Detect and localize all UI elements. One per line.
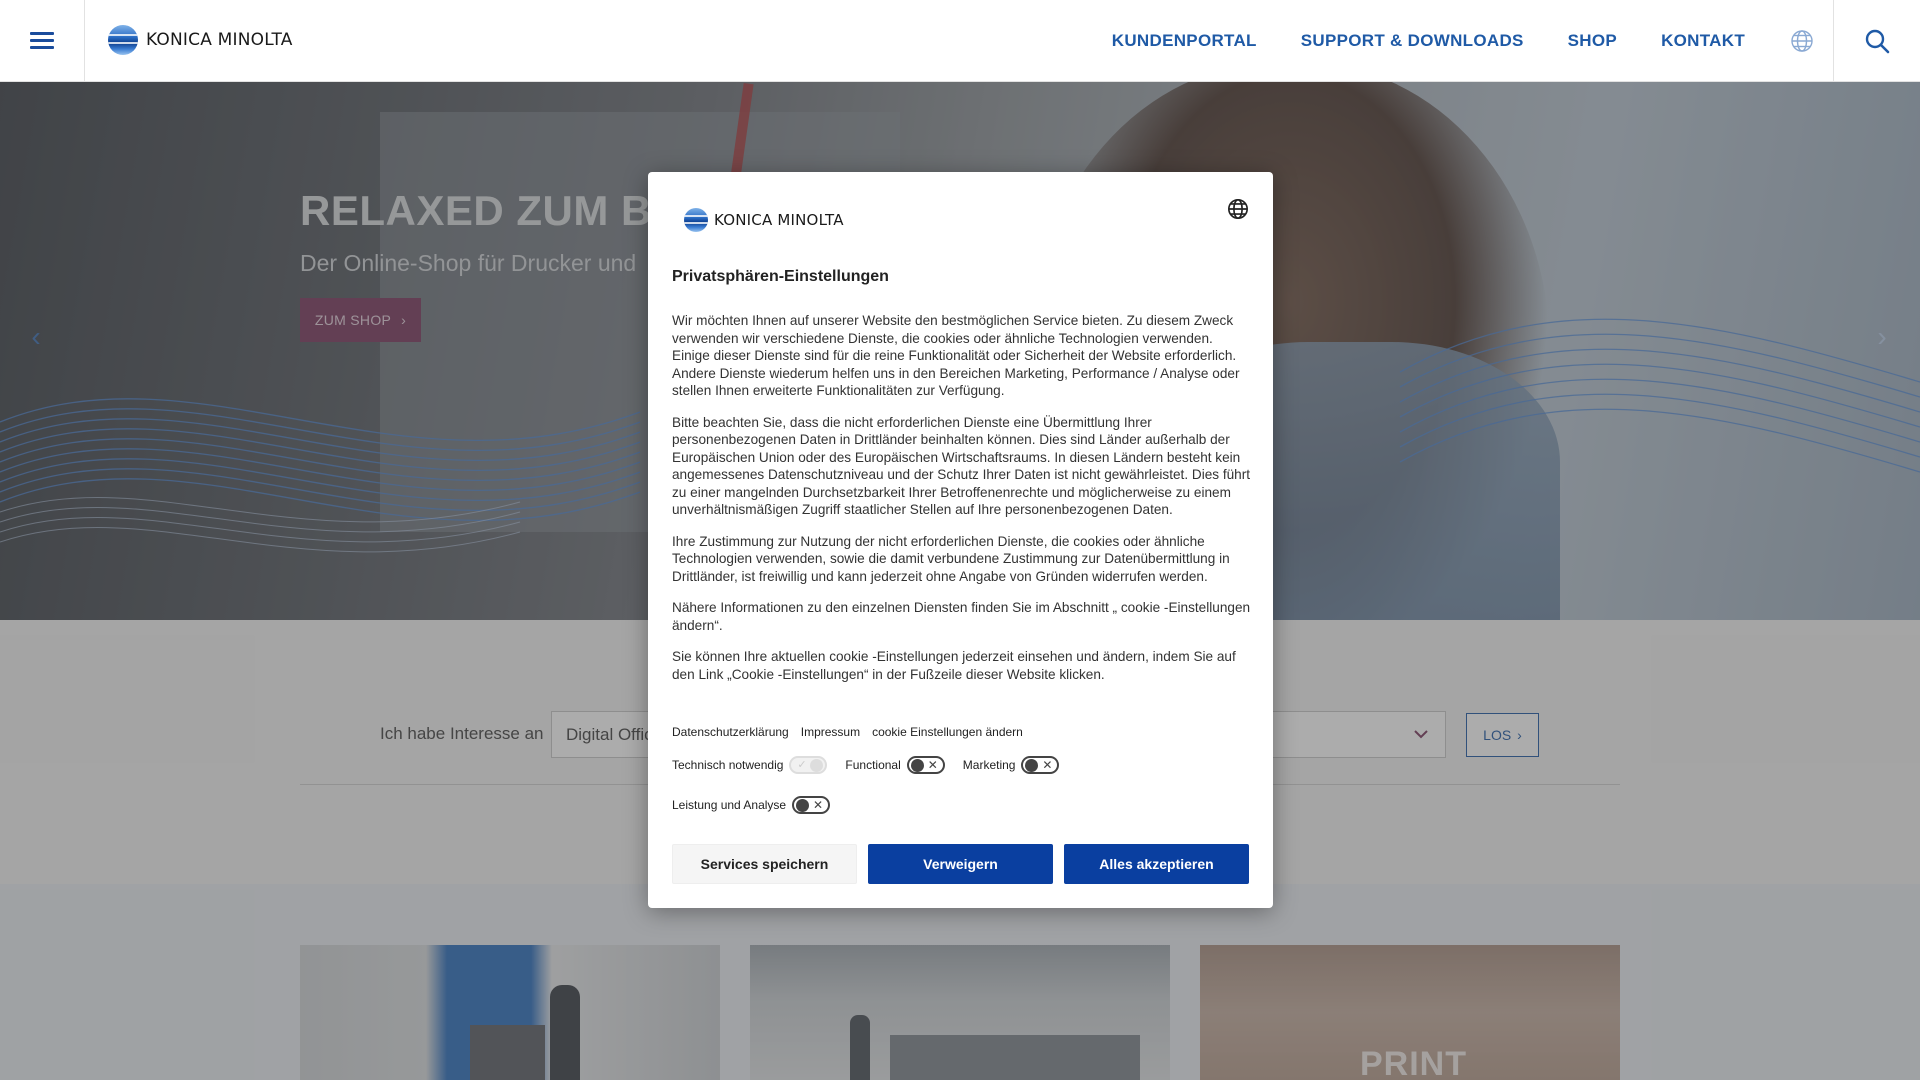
search-icon — [1865, 29, 1890, 54]
konica-globe-icon — [684, 208, 708, 232]
logo-text: KONICA MINOLTA — [146, 30, 293, 50]
modal-body: Wir möchten Ihnen auf unserer Website de… — [672, 312, 1252, 697]
toggle-switch-disabled: ✓ — [789, 756, 828, 774]
toggle-marketing: Marketing ✕ — [963, 756, 1060, 774]
toggle-switch[interactable]: ✕ — [792, 796, 831, 814]
language-globe-icon[interactable] — [1227, 198, 1249, 220]
consent-toggles-row2: Leistung und Analyse ✕ — [672, 796, 1262, 814]
link-cookie-settings[interactable]: cookie Einstellungen ändern — [872, 725, 1023, 739]
nav-support-downloads[interactable]: SUPPORT & DOWNLOADS — [1301, 31, 1524, 51]
modal-paragraph: Wir möchten Ihnen auf unserer Website de… — [672, 313, 1240, 398]
modal-logo: KONICA MINOLTA — [684, 208, 844, 232]
toggle-label: Functional — [845, 758, 901, 772]
modal-links: Datenschutzerklärung Impressum cookie Ei… — [672, 725, 1023, 739]
nav-kontakt[interactable]: KONTAKT — [1661, 31, 1745, 51]
language-globe-icon[interactable] — [1790, 29, 1814, 53]
search-button[interactable] — [1833, 0, 1920, 82]
main-nav: KUNDENPORTAL SUPPORT & DOWNLOADS SHOP KO… — [1112, 0, 1745, 82]
toggle-switch[interactable]: ✕ — [1021, 756, 1060, 774]
link-datenschutz[interactable]: Datenschutzerklärung — [672, 725, 789, 739]
modal-paragraph: Sie können Ihre aktuellen cookie -Einste… — [672, 649, 1236, 682]
accept-all-button[interactable]: Alles akzeptieren — [1064, 844, 1249, 884]
site-logo[interactable]: KONICA MINOLTA — [108, 24, 293, 56]
nav-shop[interactable]: SHOP — [1568, 31, 1617, 51]
toggle-label: Technisch notwendig — [672, 758, 784, 772]
toggle-technisch: Technisch notwendig ✓ — [672, 756, 828, 774]
toggle-label: Leistung und Analyse — [672, 798, 787, 812]
toggle-functional: Functional ✕ — [845, 756, 945, 774]
link-impressum[interactable]: Impressum — [801, 725, 860, 739]
modal-paragraph: Ihre Zustimmung zur Nutzung der nicht er… — [672, 533, 1230, 584]
toggle-leistung-analyse: Leistung und Analyse ✕ — [672, 796, 831, 814]
save-services-button[interactable]: Services speichern — [672, 844, 857, 884]
consent-toggles-row1: Technisch notwendig ✓ Functional ✕ Marke… — [672, 756, 1262, 774]
deny-button[interactable]: Verweigern — [868, 844, 1053, 884]
site-header: KONICA MINOLTA KUNDENPORTAL SUPPORT & DO… — [0, 0, 1920, 82]
modal-logo-text: KONICA MINOLTA — [714, 211, 844, 229]
konica-globe-icon — [108, 25, 138, 55]
modal-paragraph: Bitte beachten Sie, dass die nicht erfor… — [672, 414, 1251, 518]
toggle-switch[interactable]: ✕ — [906, 756, 945, 774]
modal-paragraph: Nähere Informationen zu den einzelnen Di… — [672, 600, 1251, 633]
hamburger-icon — [30, 32, 54, 50]
toggle-label: Marketing — [962, 758, 1016, 772]
cookie-consent-dialog: KONICA MINOLTA Privatsphären-Einstellung… — [648, 172, 1273, 908]
menu-button[interactable] — [0, 0, 85, 82]
modal-title: Privatsphären-Einstellungen — [672, 268, 889, 285]
nav-kundenportal[interactable]: KUNDENPORTAL — [1112, 31, 1257, 51]
